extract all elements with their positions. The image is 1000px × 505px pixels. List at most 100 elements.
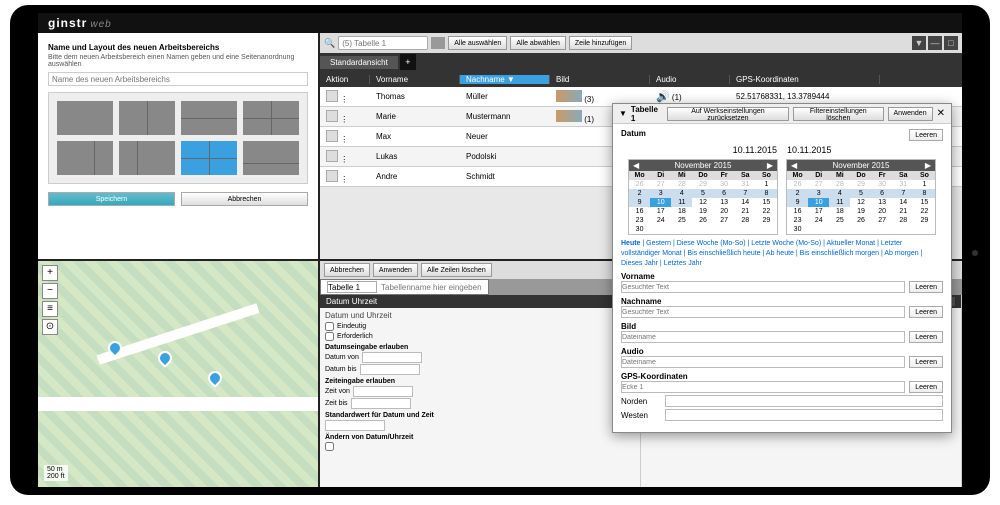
calendar-day[interactable]: 30 bbox=[787, 225, 808, 234]
calendar-day[interactable]: 5 bbox=[692, 189, 713, 198]
cancel-button[interactable]: Abbrechen bbox=[324, 263, 370, 277]
calendar-day[interactable]: 24 bbox=[808, 216, 829, 225]
calendar-from[interactable]: ◀November 2015▶ MoDiMiDoFrSaSo2627282930… bbox=[628, 159, 778, 235]
calendar-day[interactable]: 12 bbox=[850, 198, 871, 207]
calendar-day[interactable]: 14 bbox=[735, 198, 756, 207]
map-pin-icon[interactable] bbox=[155, 348, 175, 368]
calendar-day[interactable]: 23 bbox=[787, 216, 808, 225]
clear-button[interactable]: Leeren bbox=[909, 331, 943, 343]
panel-map[interactable]: + − ≡ ⊙ 50 m200 ft bbox=[38, 261, 318, 487]
column-header[interactable]: Aktion bbox=[320, 75, 370, 84]
zoom-out-button[interactable]: − bbox=[42, 283, 58, 299]
calendar-day[interactable]: 14 bbox=[893, 198, 914, 207]
filter-input[interactable] bbox=[621, 381, 905, 393]
drag-icon[interactable]: ⋮ bbox=[340, 115, 348, 124]
calendar-day[interactable]: 6 bbox=[714, 189, 735, 198]
calendar-day[interactable]: 17 bbox=[650, 207, 671, 216]
calendar-day[interactable]: 13 bbox=[714, 198, 735, 207]
calendar-day[interactable]: 20 bbox=[872, 207, 893, 216]
calendar-day[interactable]: 16 bbox=[629, 207, 650, 216]
table-search-input[interactable] bbox=[338, 36, 428, 50]
prev-month-icon[interactable]: ◀ bbox=[791, 161, 797, 170]
zoom-in-button[interactable]: + bbox=[42, 265, 58, 281]
layout-option-selected[interactable] bbox=[181, 141, 237, 175]
time-from-input[interactable] bbox=[353, 386, 413, 397]
table-tab[interactable]: Tabellenname hier eingeben bbox=[320, 279, 489, 295]
calendar-day[interactable]: 2 bbox=[629, 189, 650, 198]
image-thumb[interactable] bbox=[556, 90, 582, 102]
save-button[interactable]: Speichern bbox=[48, 192, 175, 206]
audio-icon[interactable]: 🔊 bbox=[656, 91, 670, 103]
map-pin-icon[interactable] bbox=[205, 368, 225, 388]
calendar-day[interactable]: 25 bbox=[829, 216, 850, 225]
table-name-input[interactable] bbox=[327, 281, 377, 293]
quick-date-link[interactable]: Gestern bbox=[646, 240, 671, 247]
quick-date-link[interactable]: Heute bbox=[621, 240, 640, 247]
calendar-day[interactable]: 9 bbox=[629, 198, 650, 207]
calendar-day[interactable]: 8 bbox=[756, 189, 777, 198]
drag-icon[interactable]: ⋮ bbox=[340, 175, 348, 184]
filter-input[interactable] bbox=[621, 331, 905, 343]
calendar-day[interactable]: 21 bbox=[735, 207, 756, 216]
drag-icon[interactable]: ⋮ bbox=[340, 95, 348, 104]
cancel-button[interactable]: Abbrechen bbox=[181, 192, 308, 206]
unique-checkbox[interactable] bbox=[325, 322, 334, 331]
calendar-day[interactable]: 11 bbox=[829, 198, 850, 207]
apply-button[interactable]: Anwenden bbox=[373, 263, 418, 277]
add-row-button[interactable]: Zeile hinzufügen bbox=[569, 36, 632, 50]
row-action-icon[interactable] bbox=[326, 150, 338, 162]
view-tab[interactable]: Standardansicht bbox=[320, 56, 398, 69]
filter-input[interactable] bbox=[621, 281, 905, 293]
filter-input[interactable] bbox=[665, 409, 943, 421]
layout-option[interactable] bbox=[243, 101, 299, 135]
deselect-all-button[interactable]: Alle abwählen bbox=[510, 36, 566, 50]
filter-input[interactable] bbox=[621, 306, 905, 318]
next-month-icon[interactable]: ▶ bbox=[925, 161, 931, 170]
close-icon[interactable]: ✕ bbox=[937, 108, 945, 119]
calendar-day[interactable]: 1 bbox=[756, 180, 777, 189]
calendar-to[interactable]: ◀November 2015▶ MoDiMiDoFrSaSo2627282930… bbox=[786, 159, 936, 235]
filter-input[interactable] bbox=[665, 395, 943, 407]
calendar-day[interactable]: 27 bbox=[872, 216, 893, 225]
add-view-button[interactable]: + bbox=[400, 54, 416, 70]
quick-date-link[interactable]: Ab morgen bbox=[884, 250, 918, 257]
calendar-day[interactable]: 10 bbox=[650, 198, 671, 207]
row-action-icon[interactable] bbox=[326, 170, 338, 182]
calendar-day[interactable]: 19 bbox=[692, 207, 713, 216]
calendar-day[interactable]: 25 bbox=[671, 216, 692, 225]
calendar-day[interactable]: 16 bbox=[787, 207, 808, 216]
calendar-day[interactable]: 30 bbox=[629, 225, 650, 234]
calendar-day[interactable]: 4 bbox=[671, 189, 692, 198]
clear-button[interactable]: Leeren bbox=[909, 306, 943, 318]
calendar-day[interactable]: 3 bbox=[650, 189, 671, 198]
calendar-day[interactable]: 9 bbox=[787, 198, 808, 207]
map-locate-button[interactable]: ⊙ bbox=[42, 319, 58, 335]
calendar-day[interactable]: 4 bbox=[829, 189, 850, 198]
next-month-icon[interactable]: ▶ bbox=[767, 161, 773, 170]
calendar-day[interactable]: 27 bbox=[714, 216, 735, 225]
layout-option[interactable] bbox=[181, 101, 237, 135]
calendar-day[interactable]: 18 bbox=[829, 207, 850, 216]
calendar-day[interactable]: 26 bbox=[850, 216, 871, 225]
column-header[interactable]: Audio bbox=[650, 75, 730, 84]
map-layers-button[interactable]: ≡ bbox=[42, 301, 58, 317]
row-action-icon[interactable] bbox=[326, 110, 338, 122]
default-datetime-input[interactable] bbox=[325, 420, 385, 431]
calendar-day[interactable]: 7 bbox=[893, 189, 914, 198]
quick-date-link[interactable]: Bis einschließlich morgen bbox=[800, 250, 879, 257]
calendar-day[interactable]: 2 bbox=[787, 189, 808, 198]
editable-checkbox[interactable] bbox=[325, 442, 334, 451]
time-to-input[interactable] bbox=[351, 398, 411, 409]
calendar-day[interactable]: 20 bbox=[714, 207, 735, 216]
calendar-day[interactable]: 28 bbox=[893, 216, 914, 225]
clear-filter-button[interactable]: Filtereinstellungen löschen bbox=[793, 107, 883, 121]
calendar-day[interactable]: 23 bbox=[629, 216, 650, 225]
drag-icon[interactable]: ⋮ bbox=[340, 155, 348, 164]
clear-button[interactable]: Leeren bbox=[909, 281, 943, 293]
calendar-day[interactable]: 6 bbox=[872, 189, 893, 198]
calendar-day[interactable]: 1 bbox=[914, 180, 935, 189]
quick-date-link[interactable]: Letzte Woche (Mo-So) bbox=[751, 240, 821, 247]
calendar-day[interactable]: 21 bbox=[893, 207, 914, 216]
calendar-day[interactable]: 19 bbox=[850, 207, 871, 216]
row-action-icon[interactable] bbox=[326, 130, 338, 142]
